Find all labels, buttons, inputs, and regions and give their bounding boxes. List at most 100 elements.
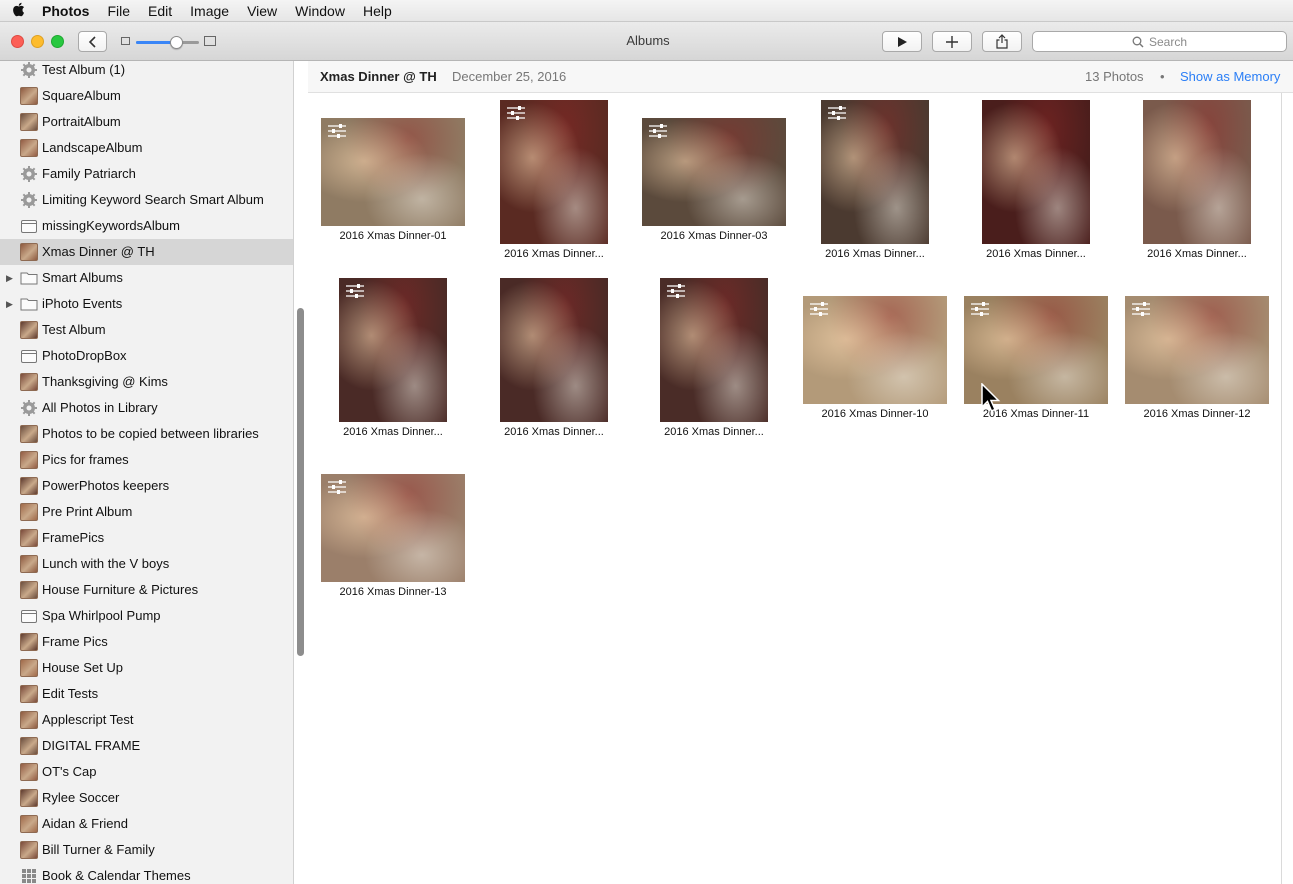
photo-icon xyxy=(20,321,38,339)
sidebar-item[interactable]: Bill Turner & Family xyxy=(0,837,293,863)
sidebar-item[interactable]: Book & Calendar Themes xyxy=(0,863,293,884)
photo-icon xyxy=(20,555,38,573)
sidebar-item[interactable]: Xmas Dinner @ TH xyxy=(0,239,293,265)
minimize-window-button[interactable] xyxy=(31,35,44,48)
share-button[interactable] xyxy=(982,31,1022,52)
photo-icon xyxy=(20,633,38,651)
sidebar-item[interactable]: LandscapeAlbum xyxy=(0,135,293,161)
album-header: Xmas Dinner @ TH December 25, 2016 13 Ph… xyxy=(308,61,1293,93)
album-title: Xmas Dinner @ TH xyxy=(320,69,437,84)
menu-file[interactable]: File xyxy=(98,0,139,22)
photo-icon xyxy=(20,737,38,755)
album-icon xyxy=(20,217,38,235)
photo-icon xyxy=(20,243,38,261)
sidebar-item[interactable]: All Photos in Library xyxy=(0,395,293,421)
sidebar-item[interactable]: Pre Print Album xyxy=(0,499,293,525)
photo-caption: 2016 Xmas Dinner... xyxy=(986,248,1086,260)
sidebar-item[interactable]: ▶ Smart Albums xyxy=(0,265,293,291)
adjustments-icon xyxy=(827,106,847,123)
sidebar-item-label: All Photos in Library xyxy=(42,400,158,415)
photo-icon xyxy=(20,373,38,391)
sidebar-item[interactable]: Family Patriarch xyxy=(0,161,293,187)
sidebar-item[interactable]: Aidan & Friend xyxy=(0,811,293,837)
photo-caption: 2016 Xmas Dinner... xyxy=(825,248,925,260)
sidebar-item[interactable]: Edit Tests xyxy=(0,681,293,707)
adjustments-icon xyxy=(345,284,365,301)
sidebar-item[interactable]: Pics for frames xyxy=(0,447,293,473)
sidebar-item[interactable]: House Set Up xyxy=(0,655,293,681)
photo-icon xyxy=(20,87,38,105)
sidebar-item[interactable]: House Furniture & Pictures xyxy=(0,577,293,603)
menu-window[interactable]: Window xyxy=(286,0,354,22)
sidebar-scrollbar[interactable] xyxy=(297,308,304,656)
add-button[interactable] xyxy=(932,31,972,52)
photo-icon xyxy=(20,451,38,469)
menu-app-photos[interactable]: Photos xyxy=(36,0,98,22)
photo-thumbnail[interactable] xyxy=(660,278,768,422)
window-title: Albums xyxy=(626,33,670,48)
close-window-button[interactable] xyxy=(11,35,24,48)
sidebar-item[interactable]: Spa Whirlpool Pump xyxy=(0,603,293,629)
photo-thumbnail[interactable] xyxy=(500,100,608,244)
sidebar-item-label: iPhoto Events xyxy=(42,296,123,311)
sidebar-item[interactable]: Thanksgiving @ Kims xyxy=(0,369,293,395)
adjustments-icon xyxy=(327,124,347,141)
photo-thumbnail[interactable] xyxy=(821,100,929,244)
sidebar-item-label: Bill Turner & Family xyxy=(42,842,155,857)
sidebar-item-label: Pics for frames xyxy=(42,452,129,467)
photo-icon xyxy=(20,789,38,807)
photo-thumbnail[interactable] xyxy=(500,278,608,422)
sidebar-item[interactable]: Test Album (1) xyxy=(0,61,293,83)
sidebar-item[interactable]: Lunch with the V boys xyxy=(0,551,293,577)
photo-thumbnail[interactable] xyxy=(1143,100,1251,244)
back-button[interactable] xyxy=(78,31,107,52)
sidebar-item[interactable]: PhotoDropBox xyxy=(0,343,293,369)
photo-thumbnail[interactable] xyxy=(982,100,1090,244)
photo-thumbnail[interactable] xyxy=(642,118,786,226)
disclosure-triangle-icon[interactable]: ▶ xyxy=(6,273,13,284)
folder-icon xyxy=(20,269,38,287)
gear-icon xyxy=(20,165,38,183)
sidebar-item[interactable]: DIGITAL FRAME xyxy=(0,733,293,759)
zoom-window-button[interactable] xyxy=(51,35,64,48)
photo-thumbnail[interactable] xyxy=(321,474,465,582)
search-input[interactable]: Search xyxy=(1032,31,1287,52)
zoom-slider-knob[interactable] xyxy=(170,36,183,49)
sidebar-item[interactable]: Photos to be copied between libraries xyxy=(0,421,293,447)
sidebar-item[interactable]: ▶ iPhoto Events xyxy=(0,291,293,317)
grid-divider xyxy=(1281,93,1282,884)
sidebar-item[interactable]: PortraitAlbum xyxy=(0,109,293,135)
sidebar-item[interactable]: Test Album xyxy=(0,317,293,343)
photo-icon xyxy=(20,841,38,859)
menu-image[interactable]: Image xyxy=(181,0,238,22)
sidebar-item[interactable]: OT's Cap xyxy=(0,759,293,785)
menu-edit[interactable]: Edit xyxy=(139,0,181,22)
photo-thumbnail[interactable] xyxy=(1125,296,1269,404)
photo-thumbnail[interactable] xyxy=(803,296,947,404)
show-as-memory-link[interactable]: Show as Memory xyxy=(1180,69,1280,84)
gear-icon xyxy=(20,191,38,209)
play-slideshow-button[interactable] xyxy=(882,31,922,52)
sidebar-item[interactable]: Limiting Keyword Search Smart Album xyxy=(0,187,293,213)
apple-icon[interactable] xyxy=(0,2,36,20)
sidebar-item[interactable]: PowerPhotos keepers xyxy=(0,473,293,499)
sidebar-item[interactable]: missingKeywordsAlbum xyxy=(0,213,293,239)
sidebar-item[interactable]: Applescript Test xyxy=(0,707,293,733)
menu-help[interactable]: Help xyxy=(354,0,401,22)
sidebar-item[interactable]: Rylee Soccer xyxy=(0,785,293,811)
gear-icon xyxy=(20,61,38,79)
photo-thumbnail[interactable] xyxy=(339,278,447,422)
sidebar-item[interactable]: SquareAlbum xyxy=(0,83,293,109)
sidebar-item-label: Spa Whirlpool Pump xyxy=(42,608,161,623)
menu-view[interactable]: View xyxy=(238,0,286,22)
photo-icon xyxy=(20,529,38,547)
sidebar-item[interactable]: Frame Pics xyxy=(0,629,293,655)
photo-thumbnail[interactable] xyxy=(321,118,465,226)
sidebar-item-label: Edit Tests xyxy=(42,686,99,701)
sidebar-item-label: Thanksgiving @ Kims xyxy=(42,374,168,389)
sidebar-item-label: Rylee Soccer xyxy=(42,790,120,805)
search-icon xyxy=(1132,36,1144,47)
sidebar-item[interactable]: FramePics xyxy=(0,525,293,551)
photo-caption: 2016 Xmas Dinner... xyxy=(504,248,604,260)
disclosure-triangle-icon[interactable]: ▶ xyxy=(6,299,13,310)
